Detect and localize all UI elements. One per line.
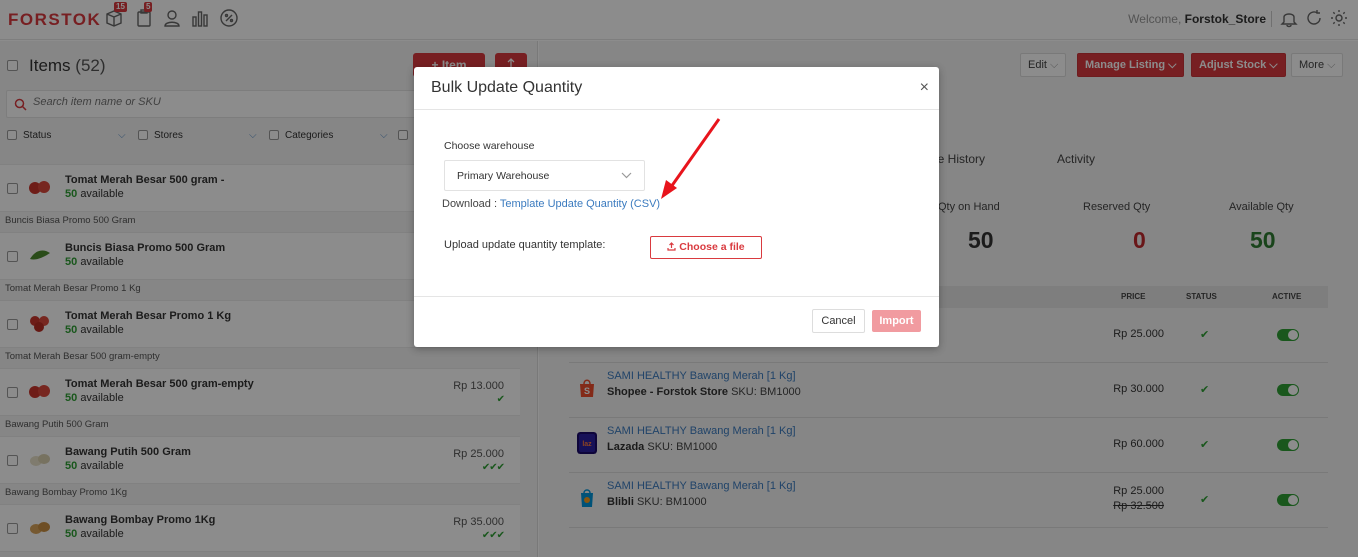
close-icon[interactable]: × xyxy=(920,79,929,97)
upload-label: Upload update quantity template: xyxy=(444,239,606,251)
dialog-footer-divider xyxy=(414,296,939,297)
warehouse-label: Choose warehouse xyxy=(444,140,535,152)
choose-file-label: Choose a file xyxy=(679,241,745,253)
chevron-down-icon xyxy=(621,172,632,179)
upload-icon xyxy=(667,242,676,251)
cancel-button[interactable]: Cancel xyxy=(812,309,865,333)
choose-file-button[interactable]: Choose a file xyxy=(650,236,762,259)
warehouse-select[interactable]: Primary Warehouse xyxy=(444,160,645,191)
bulk-update-quantity-dialog: Bulk Update Quantity × Choose warehouse … xyxy=(414,67,939,347)
import-button[interactable]: Import xyxy=(872,310,921,332)
warehouse-selected-value: Primary Warehouse xyxy=(457,170,550,182)
template-download-link[interactable]: Template Update Quantity (CSV) xyxy=(500,198,660,210)
dialog-title: Bulk Update Quantity xyxy=(431,79,583,96)
dialog-header: Bulk Update Quantity × xyxy=(414,67,939,110)
download-row: Download : Template Update Quantity (CSV… xyxy=(442,198,660,210)
download-prefix: Download : xyxy=(442,198,498,210)
